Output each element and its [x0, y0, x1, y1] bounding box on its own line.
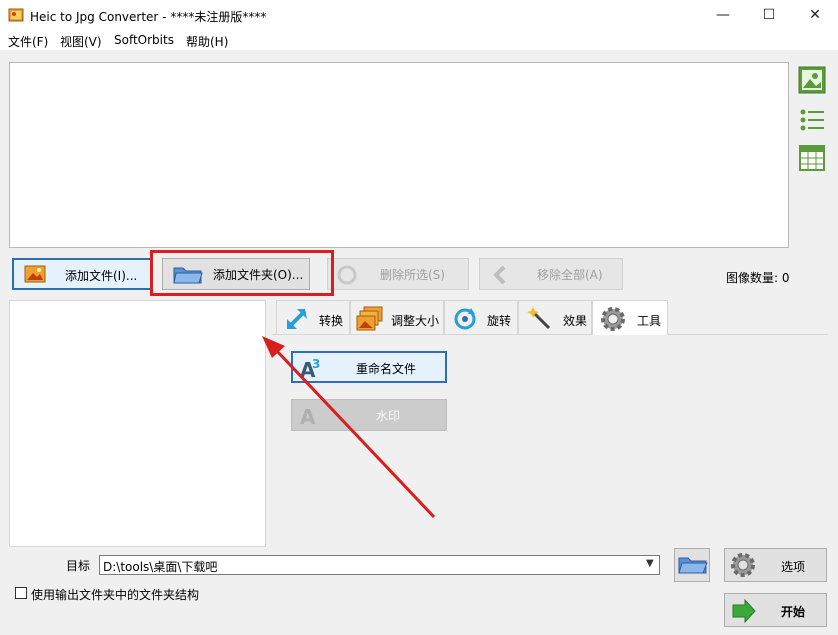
- tab-effects-label: 效果: [563, 314, 588, 328]
- delete-selected-label: 删除所选(S): [380, 268, 445, 282]
- grid-view-icon[interactable]: [798, 144, 826, 172]
- start-button[interactable]: 开始: [724, 593, 827, 627]
- remove-all-label: 移除全部(A): [537, 268, 603, 282]
- tab-convert[interactable]: 转换: [276, 300, 350, 334]
- rename-files-label: 重命名文件: [356, 362, 417, 376]
- menu-softorbits[interactable]: SoftOrbits: [114, 33, 174, 47]
- preserve-structure-label: 使用输出文件夹中的文件夹结构: [31, 588, 200, 602]
- tab-rotate[interactable]: 旋转: [444, 300, 518, 334]
- annotation-highlight-box: [150, 250, 334, 296]
- open-folder-icon: [678, 555, 708, 578]
- magic-wand-icon: [527, 306, 553, 335]
- image-count: 图像数量: 0: [726, 271, 790, 285]
- folder-tree-panel[interactable]: [9, 300, 266, 547]
- convert-arrow-icon: [285, 307, 309, 334]
- browse-folder-button[interactable]: [674, 548, 710, 582]
- chevron-down-icon[interactable]: ▼: [646, 558, 654, 569]
- tools-panel: A3 重命名文件 A 水印: [272, 335, 828, 545]
- rename-files-button[interactable]: A3 重命名文件: [291, 351, 447, 383]
- remove-all-button[interactable]: 移除全部(A): [479, 258, 623, 290]
- watermark-icon: A: [299, 403, 323, 430]
- tab-effects[interactable]: 效果: [518, 300, 592, 334]
- menu-bar: 文件(F) 视图(V) SoftOrbits 帮助(H): [0, 30, 838, 50]
- image-view-icon[interactable]: [798, 66, 826, 94]
- maximize-button[interactable]: ☐: [746, 0, 792, 30]
- tab-strip: 转换 调整大小 旋转 效果 工具: [272, 300, 828, 335]
- gear-icon: [599, 305, 627, 336]
- menu-view[interactable]: 视图(V): [60, 33, 102, 50]
- rotate-icon: [453, 307, 477, 334]
- target-label: 目标: [66, 559, 91, 573]
- minimize-button[interactable]: —: [700, 0, 746, 30]
- title-bar: Heic to Jpg Converter - ****未注册版**** — ☐…: [0, 0, 838, 30]
- tab-resize-label: 调整大小: [391, 314, 440, 328]
- rename-icon: A3: [299, 356, 325, 383]
- chevron-left-icon: [492, 264, 508, 289]
- add-files-button[interactable]: 添加文件(I)...: [12, 258, 152, 290]
- close-button[interactable]: ✕: [792, 0, 838, 30]
- start-label: 开始: [781, 605, 806, 619]
- delete-selected-button[interactable]: 删除所选(S): [327, 258, 469, 290]
- add-files-label: 添加文件(I)...: [65, 269, 138, 283]
- resize-images-icon: [356, 306, 384, 335]
- tab-rotate-label: 旋转: [487, 314, 512, 328]
- svg-text:3: 3: [312, 357, 320, 371]
- start-arrow-icon: [731, 598, 757, 626]
- menu-file[interactable]: 文件(F): [8, 33, 48, 50]
- menu-help[interactable]: 帮助(H): [186, 33, 228, 50]
- watermark-label: 水印: [376, 409, 401, 423]
- image-preview-area[interactable]: [9, 62, 789, 248]
- tab-tools[interactable]: 工具: [592, 300, 668, 335]
- gear-icon: [729, 551, 757, 582]
- tab-resize[interactable]: 调整大小: [350, 300, 444, 334]
- window-title: Heic to Jpg Converter - ****未注册版****: [30, 10, 267, 24]
- watermark-button[interactable]: A 水印: [291, 399, 447, 431]
- tab-tools-label: 工具: [637, 314, 662, 328]
- target-path-input[interactable]: D:\tools\桌面\下载吧: [99, 555, 660, 575]
- svg-text:A: A: [300, 405, 316, 427]
- tab-convert-label: 转换: [319, 314, 344, 328]
- list-view-icon[interactable]: [798, 106, 826, 134]
- delete-icon: [336, 264, 358, 289]
- image-icon: [24, 264, 46, 287]
- options-button[interactable]: 选项: [724, 548, 827, 582]
- preserve-structure-checkbox[interactable]: [15, 587, 27, 599]
- app-icon: [8, 7, 24, 23]
- options-label: 选项: [781, 560, 806, 574]
